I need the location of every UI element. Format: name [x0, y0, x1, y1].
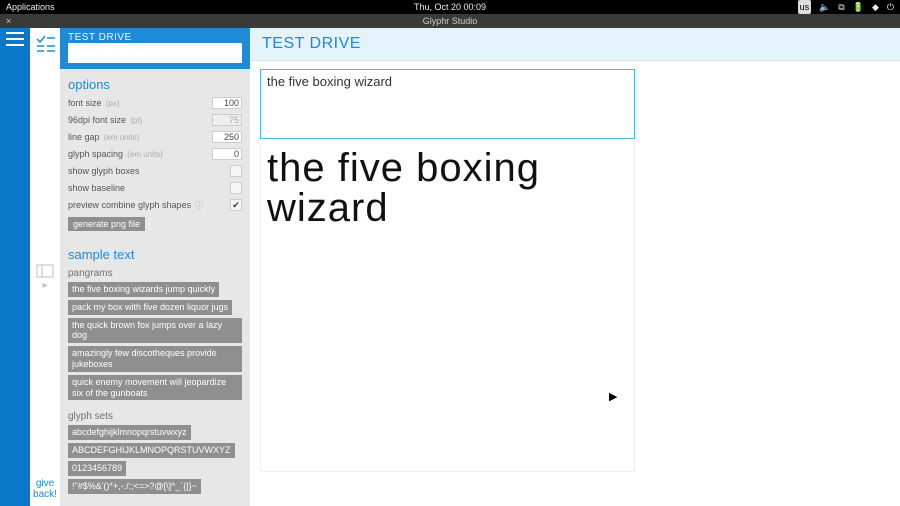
- option-row: preview combine glyph shapes ⓘ✔: [68, 198, 242, 212]
- option-checkbox[interactable]: [230, 165, 242, 177]
- window-title: Glyphr Studio: [0, 14, 900, 28]
- preview-area: the five boxing wizard: [250, 61, 900, 480]
- close-button[interactable]: ×: [6, 14, 11, 28]
- tool-rail: ▸ give back!: [30, 28, 60, 506]
- main-header: TEST DRIVE: [250, 28, 900, 61]
- nav-rail: [0, 28, 30, 506]
- preview-input[interactable]: [260, 69, 635, 139]
- hamburger-icon[interactable]: [6, 32, 24, 46]
- volume-icon[interactable]: 🔈: [819, 0, 830, 14]
- panel-icon[interactable]: [36, 264, 54, 278]
- option-label: show baseline: [68, 183, 230, 193]
- network-icon[interactable]: ⧉: [838, 0, 844, 14]
- preview-render: the five boxing wizard: [260, 142, 635, 472]
- sidebar-subtitle: TEST DRIVE: [68, 32, 242, 43]
- option-label: line gap (em units): [68, 132, 212, 142]
- pangram-chip[interactable]: pack my box with five dozen liquor jugs: [68, 300, 232, 315]
- chevron-right-icon[interactable]: ▸: [42, 280, 47, 291]
- options-heading: options: [68, 77, 242, 92]
- pangram-chip[interactable]: the quick brown fox jumps over a lazy do…: [68, 318, 242, 344]
- give-back-link[interactable]: give back!: [31, 472, 59, 506]
- system-bar: Applications Thu, Oct 20 00:09 us 🔈 ⧉ 🔋 …: [0, 0, 900, 14]
- battery-icon[interactable]: 🔋: [853, 0, 864, 14]
- sidebar-title: CONTROLS: [68, 43, 242, 63]
- glyphsets-heading: glyph sets: [68, 411, 242, 422]
- glyphset-chip[interactable]: 0123456789: [68, 461, 126, 476]
- window-titlebar: × Glyphr Studio: [0, 14, 900, 28]
- notification-icon[interactable]: ◆: [872, 0, 879, 14]
- sidebar-body: options font size (px)10096dpi font size…: [60, 69, 250, 503]
- option-label: glyph spacing (em units): [68, 149, 212, 159]
- option-value-input[interactable]: 100: [212, 97, 242, 109]
- applications-menu[interactable]: Applications: [6, 0, 55, 14]
- option-checkbox[interactable]: ✔: [230, 199, 242, 211]
- option-label: show glyph boxes: [68, 166, 230, 176]
- sidebar: TEST DRIVE CONTROLS options font size (p…: [60, 28, 250, 506]
- option-label: preview combine glyph shapes ⓘ: [68, 200, 230, 211]
- option-checkbox[interactable]: [230, 182, 242, 194]
- sidebar-header: TEST DRIVE CONTROLS: [60, 28, 250, 69]
- sample-text-heading: sample text: [68, 247, 242, 262]
- option-value-input[interactable]: 250: [212, 131, 242, 143]
- option-row: 96dpi font size (pt)75: [68, 113, 242, 127]
- pangrams-heading: pangrams: [68, 268, 242, 279]
- option-row: font size (px)100: [68, 96, 242, 110]
- glyphset-chip[interactable]: abcdefghijklmnopqrstuvwxyz: [68, 425, 191, 440]
- glyphset-chip[interactable]: !"#$%&'()*+,-./:;<=>?@[\]^_`{|}~: [68, 479, 201, 494]
- option-row: show baseline: [68, 181, 242, 195]
- option-label: font size (px): [68, 98, 212, 108]
- app-root: ▸ give back! TEST DRIVE CONTROLS options…: [0, 28, 900, 506]
- keyboard-layout-indicator[interactable]: us: [798, 0, 812, 14]
- generate-png-button[interactable]: generate png file: [68, 217, 145, 231]
- pangram-chip[interactable]: amazingly few discotheques provide jukeb…: [68, 346, 242, 372]
- pangram-chip[interactable]: quick enemy movement will jeopardize six…: [68, 375, 242, 401]
- glyphset-chip[interactable]: ABCDEFGHIJKLMNOPQRSTUVWXYZ: [68, 443, 235, 458]
- power-icon[interactable]: ⏻: [887, 0, 894, 14]
- system-tray: us 🔈 ⧉ 🔋 ◆ ⏻: [798, 0, 894, 14]
- pangram-chip[interactable]: the five boxing wizards jump quickly: [68, 282, 219, 297]
- option-value-input[interactable]: 75: [212, 114, 242, 126]
- system-clock: Thu, Oct 20 00:09: [0, 0, 900, 14]
- option-row: show glyph boxes: [68, 164, 242, 178]
- checklist-icon[interactable]: [35, 34, 55, 54]
- option-label: 96dpi font size (pt): [68, 115, 212, 125]
- option-row: line gap (em units)250: [68, 130, 242, 144]
- option-row: glyph spacing (em units)0: [68, 147, 242, 161]
- option-value-input[interactable]: 0: [212, 148, 242, 160]
- main-panel: TEST DRIVE the five boxing wizard: [250, 28, 900, 506]
